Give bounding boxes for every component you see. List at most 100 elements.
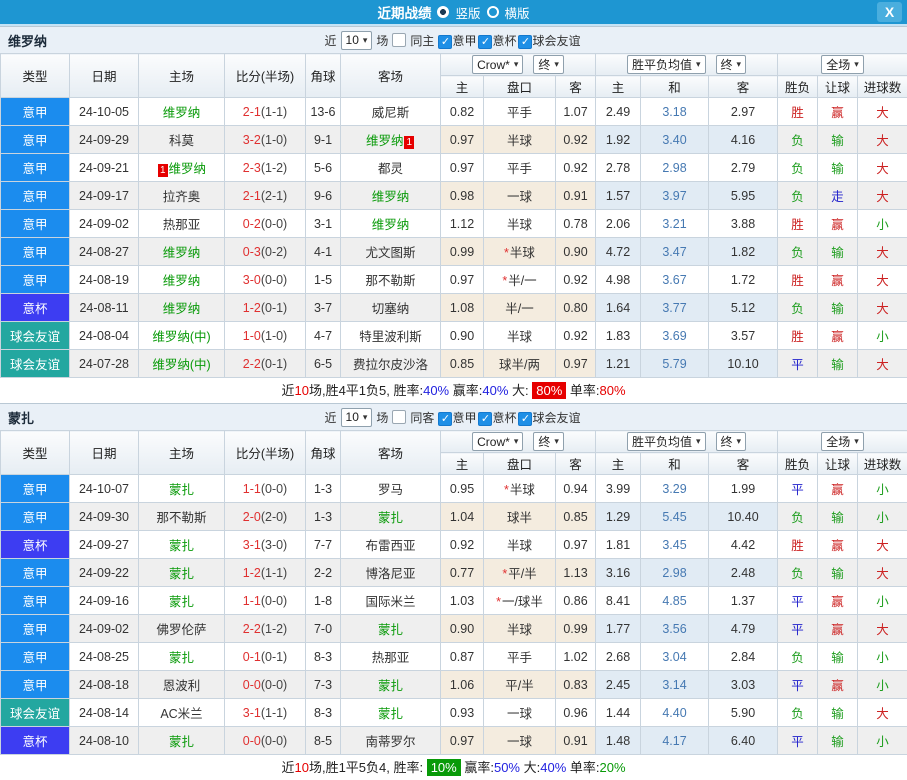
away-team: 蒙扎 — [341, 615, 441, 643]
avg-away-odds: 10.40 — [709, 503, 778, 531]
odds-time-select[interactable]: 终▾ — [716, 55, 747, 74]
results-table: 类型 日期 主场 比分(半场) 角球 客场 Crow*▾ 终▾ 胜平负均 — [0, 430, 907, 755]
team-name-text: 维罗纳 — [163, 106, 201, 120]
league-type-badge: 意甲 — [1, 266, 70, 294]
handicap-result-mark: 赢 — [818, 587, 858, 615]
vertical-layout-label[interactable]: 竖版 — [455, 3, 480, 22]
col-header-corner: 角球 — [306, 54, 341, 98]
summary-segment: 40% — [423, 383, 449, 398]
avg-odds-select[interactable]: 胜平负均值▾ — [627, 55, 706, 74]
handicap-result-mark: 输 — [818, 294, 858, 322]
league-checkbox[interactable]: ✓ — [438, 412, 452, 426]
match-count-select[interactable]: 10▾ — [341, 31, 373, 50]
team-name-text: 恩波利 — [163, 679, 201, 693]
filter-bar: 近 10▾ 场 同主 ✓意甲✓意杯✓球会友谊 — [325, 31, 583, 50]
halftime-score: (1-1) — [261, 105, 287, 119]
handicap-line: *半球 — [484, 475, 556, 503]
vertical-layout-radio[interactable] — [437, 6, 449, 18]
team-name-text: 拉齐奥 — [163, 190, 201, 204]
result-mark: 平 — [778, 727, 818, 755]
avg-away-odds: 4.42 — [709, 531, 778, 559]
avg-away-odds: 2.48 — [709, 559, 778, 587]
result-mark: 负 — [778, 699, 818, 727]
col-header-odds-draw: 和 — [641, 453, 709, 475]
avg-odds-select[interactable]: 胜平负均值▾ — [627, 432, 706, 451]
team-name-text: AC米兰 — [160, 707, 202, 721]
chevron-down-icon: ▾ — [737, 437, 742, 446]
handicap-away-odds: 0.86 — [556, 587, 596, 615]
avg-away-odds: 1.99 — [709, 475, 778, 503]
league-type-badge: 意杯 — [1, 294, 70, 322]
halftime-score: (1-2) — [261, 161, 287, 175]
handicap-away-odds: 0.83 — [556, 671, 596, 699]
bookmaker-select[interactable]: Crow*▾ — [472, 55, 523, 74]
halftime-score: (0-0) — [261, 734, 287, 748]
handicap-away-odds: 0.96 — [556, 699, 596, 727]
horizontal-layout-label[interactable]: 横版 — [505, 3, 530, 22]
avg-away-odds: 3.88 — [709, 210, 778, 238]
col-header-type: 类型 — [1, 54, 70, 98]
page-title: 近期战绩 — [377, 2, 431, 22]
close-button[interactable]: X — [877, 2, 902, 22]
avg-home-odds: 2.49 — [596, 98, 641, 126]
league-checkbox[interactable]: ✓ — [478, 35, 492, 49]
handicap-home-odds: 0.97 — [441, 727, 484, 755]
avg-home-odds: 4.98 — [596, 266, 641, 294]
avg-home-odds: 1.83 — [596, 322, 641, 350]
handicap-away-odds: 0.80 — [556, 294, 596, 322]
league-label: 意甲 — [452, 411, 476, 425]
avg-home-odds: 8.41 — [596, 587, 641, 615]
handicap-away-odds: 0.92 — [556, 154, 596, 182]
goals-mark: 大 — [858, 615, 907, 643]
team-name: 维罗纳 — [8, 31, 47, 50]
odds-time-select[interactable]: 终▾ — [716, 432, 747, 451]
horizontal-layout-radio[interactable] — [487, 6, 499, 18]
handicap-time-select[interactable]: 终▾ — [533, 55, 564, 74]
handicap-dropdowns: Crow*▾ 终▾ — [441, 54, 596, 76]
match-row: 意杯 24-08-11 维罗纳 1-2(0-1) 3-7 切塞纳 1.08 半/… — [1, 294, 907, 322]
match-row: 意甲 24-10-05 维罗纳 2-1(1-1) 13-6 威尼斯 0.82 平… — [1, 98, 907, 126]
home-team: 蒙扎 — [139, 643, 225, 671]
avg-away-odds: 4.79 — [709, 615, 778, 643]
avg-draw-odds: 3.14 — [641, 671, 709, 699]
team-name-text: 维罗纳 — [372, 218, 410, 232]
team-name-text: 蒙扎 — [378, 511, 403, 525]
handicap-line: 一球 — [484, 182, 556, 210]
corner-count: 9-1 — [306, 126, 341, 154]
goals-mark: 小 — [858, 210, 907, 238]
match-date: 24-08-27 — [70, 238, 139, 266]
league-label: 球会友谊 — [532, 411, 580, 425]
avg-away-odds: 5.95 — [709, 182, 778, 210]
live-handicap-star: * — [504, 483, 509, 497]
result-mark: 胜 — [778, 210, 818, 238]
scope-dropdown-cell: 全场▾ — [778, 54, 907, 76]
bookmaker-select[interactable]: Crow*▾ — [472, 432, 523, 451]
score-cell: 0-0(0-0) — [225, 671, 306, 699]
team-name-text: 布雷西亚 — [365, 539, 415, 553]
league-checkbox[interactable]: ✓ — [438, 35, 452, 49]
league-label: 球会友谊 — [532, 34, 580, 48]
match-date: 24-09-30 — [70, 503, 139, 531]
same-venue-checkbox[interactable] — [392, 33, 406, 47]
handicap-line: 半/一 — [484, 294, 556, 322]
league-checkbox[interactable]: ✓ — [518, 412, 532, 426]
scope-select[interactable]: 全场▾ — [821, 55, 864, 74]
scope-select[interactable]: 全场▾ — [821, 432, 864, 451]
same-venue-checkbox[interactable] — [392, 410, 406, 424]
avg-away-odds: 10.10 — [709, 350, 778, 378]
handicap-home-odds: 0.93 — [441, 699, 484, 727]
league-type-badge: 球会友谊 — [1, 322, 70, 350]
match-count-select[interactable]: 10▾ — [341, 408, 373, 427]
handicap-time-select[interactable]: 终▾ — [533, 432, 564, 451]
handicap-home-odds: 1.03 — [441, 587, 484, 615]
match-date: 24-08-11 — [70, 294, 139, 322]
avg-home-odds: 2.45 — [596, 671, 641, 699]
match-row: 意甲 24-09-22 蒙扎 1-2(1-1) 2-2 博洛尼亚 0.77 *平… — [1, 559, 907, 587]
result-mark: 负 — [778, 294, 818, 322]
home-team: 1维罗纳 — [139, 154, 225, 182]
result-mark: 平 — [778, 475, 818, 503]
league-checkbox[interactable]: ✓ — [518, 35, 532, 49]
team-name-text: 蒙扎 — [169, 483, 194, 497]
league-checkbox[interactable]: ✓ — [478, 412, 492, 426]
fulltime-score: 1-2 — [243, 301, 261, 315]
